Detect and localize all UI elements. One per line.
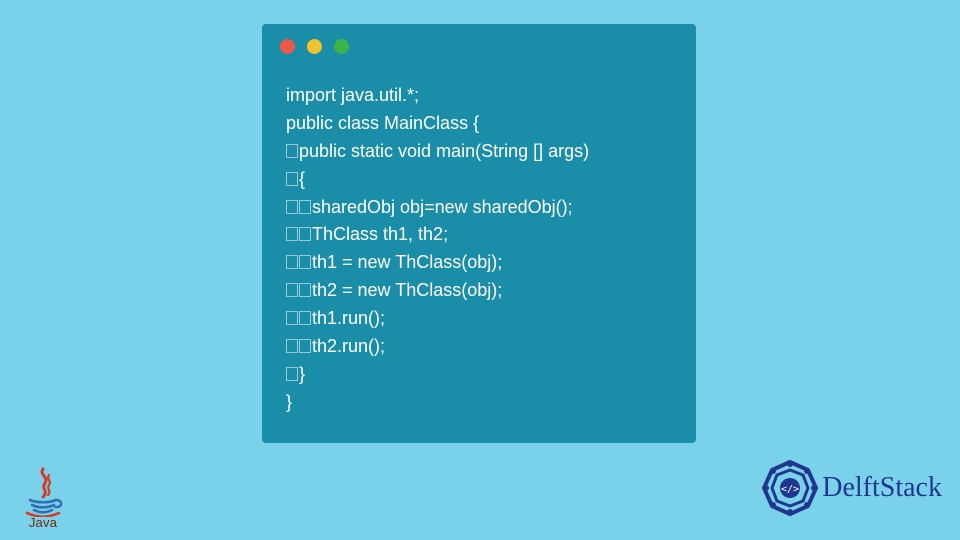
code-text: } (299, 364, 305, 384)
code-text: { (299, 169, 305, 189)
indent-marker (286, 339, 298, 353)
java-logo-label: Java (14, 515, 72, 530)
code-line: { (286, 166, 672, 194)
maximize-icon (334, 39, 349, 54)
indent-marker (286, 144, 298, 158)
svg-text:</>: </> (781, 484, 799, 495)
java-cup-icon (21, 467, 65, 517)
code-text: th2.run(); (312, 336, 385, 356)
code-block: import java.util.*; public class MainClas… (262, 68, 696, 425)
close-icon (280, 39, 295, 54)
code-text: ThClass th1, th2; (312, 224, 448, 244)
delftstack-icon: </> (760, 458, 820, 518)
indent-marker (286, 200, 298, 214)
delftstack-label: DelftStack (822, 472, 942, 504)
code-text: th2 = new ThClass(obj); (312, 280, 502, 300)
code-text: import java.util.*; (286, 85, 419, 105)
code-line: th1.run(); (286, 305, 672, 333)
delftstack-logo: </> DelftStack (760, 458, 942, 518)
indent-marker (299, 255, 311, 269)
indent-marker (286, 255, 298, 269)
code-line: public class MainClass { (286, 110, 672, 138)
java-logo: Java (14, 467, 72, 530)
code-text: sharedObj obj=new sharedObj(); (312, 197, 573, 217)
indent-marker (286, 283, 298, 297)
code-text: public static void main(String [] args) (299, 141, 589, 161)
code-line: } (286, 389, 672, 417)
code-text: } (286, 392, 292, 412)
code-window: import java.util.*; public class MainClas… (262, 24, 696, 443)
code-line: } (286, 361, 672, 389)
indent-marker (299, 311, 311, 325)
code-line: import java.util.*; (286, 82, 672, 110)
code-line: public static void main(String [] args) (286, 138, 672, 166)
indent-marker (299, 227, 311, 241)
indent-marker (299, 200, 311, 214)
indent-marker (286, 367, 298, 381)
code-line: th2 = new ThClass(obj); (286, 277, 672, 305)
code-line: th2.run(); (286, 333, 672, 361)
window-titlebar (262, 24, 696, 68)
indent-marker (286, 227, 298, 241)
code-line: sharedObj obj=new sharedObj(); (286, 194, 672, 222)
code-line: th1 = new ThClass(obj); (286, 249, 672, 277)
indent-marker (286, 311, 298, 325)
minimize-icon (307, 39, 322, 54)
code-text: th1.run(); (312, 308, 385, 328)
indent-marker (299, 283, 311, 297)
indent-marker (286, 172, 298, 186)
code-text: public class MainClass { (286, 113, 479, 133)
code-text: th1 = new ThClass(obj); (312, 252, 502, 272)
code-line: ThClass th1, th2; (286, 221, 672, 249)
indent-marker (299, 339, 311, 353)
